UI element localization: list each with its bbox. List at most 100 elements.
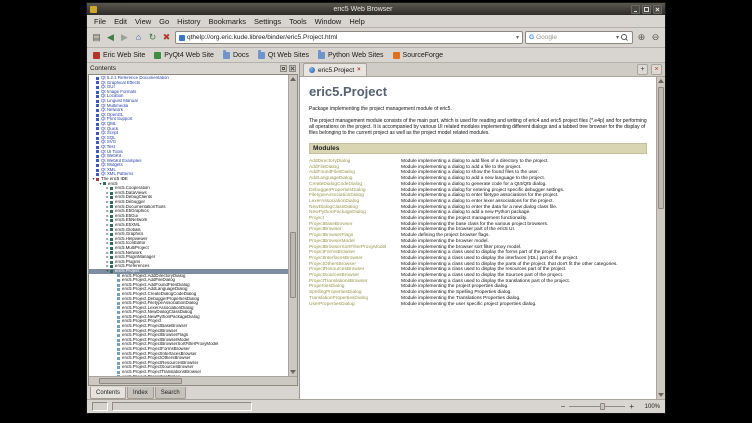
bookmark-python-web-sites[interactable]: Python Web Sites [318, 52, 384, 59]
zoom-in-button[interactable]: + [629, 402, 634, 411]
tree-item-icon [117, 362, 120, 365]
bookmark-label: Python Web Sites [328, 52, 384, 59]
zoom-out-button[interactable]: − [561, 402, 566, 411]
forward-icon[interactable]: ▶ [118, 31, 131, 44]
module-link[interactable]: ProjectResourcesBrowser [309, 267, 364, 272]
tree-item-icon [117, 343, 120, 346]
window-title: eric5 Web Browser [97, 6, 629, 13]
zoom-out-icon[interactable]: ⊖ [649, 31, 662, 44]
zoom-slider[interactable] [569, 402, 625, 411]
back-icon[interactable]: ◀ [104, 31, 117, 44]
module-link[interactable]: AddLanguageDialog [309, 176, 352, 181]
module-link[interactable]: ProjectFormsBrowser [309, 250, 355, 255]
dock-buttons [280, 65, 296, 72]
tab-close-icon[interactable]: × [357, 67, 361, 73]
dock-float-button[interactable] [280, 65, 287, 72]
bookmark-pyqt4-web-site[interactable]: PyQt4 Web Site [154, 52, 214, 59]
module-link[interactable]: ProjectOthersBrowser [309, 262, 356, 267]
module-link[interactable]: FiletypeAssociationDialog [309, 193, 364, 198]
url-text: qthelp://org.eric.kude.libree/binder/eri… [187, 34, 514, 41]
menu-window[interactable]: Window [311, 17, 346, 26]
content-scrollbar[interactable] [656, 77, 665, 399]
module-link[interactable]: AddDirectoryDialog [309, 159, 350, 164]
sidebar-title: Contents [90, 65, 116, 72]
module-link[interactable]: PropertiesDialog [309, 284, 344, 289]
module-link[interactable]: AddFoundFilesDialog [309, 170, 355, 175]
module-link[interactable]: SpellingPropertiesDialog [309, 290, 362, 295]
stop-icon[interactable]: ✖ [160, 31, 173, 44]
module-link[interactable]: ProjectInterfacesBrowser [309, 256, 363, 261]
module-link[interactable]: CreateDialogCodeDialog [309, 182, 362, 187]
menu-view[interactable]: View [131, 17, 155, 26]
module-link[interactable]: ProjectSourcesBrowser [309, 273, 359, 278]
scroll-down-icon[interactable] [290, 370, 296, 374]
module-link[interactable]: DebuggerPropertiesDialog [309, 188, 366, 193]
search-dropdown-icon[interactable]: ▾ [616, 34, 619, 41]
tree-item-icon [96, 178, 99, 181]
zoom-slider-handle[interactable] [600, 403, 605, 410]
sidebar-tab-index[interactable]: Index [127, 387, 154, 399]
sidebar-tab-search[interactable]: Search [155, 387, 186, 399]
module-link[interactable]: Project [309, 216, 324, 221]
bookmark-qt-web-sites[interactable]: Qt Web Sites [258, 52, 309, 59]
tree-item-icon [96, 137, 99, 140]
search-input[interactable]: G Google ▾ [525, 31, 633, 44]
sidebar-tab-contents[interactable]: Contents [90, 387, 126, 399]
module-link[interactable]: ProjectBrowser [309, 227, 342, 232]
module-link[interactable]: NewDialogClassDialog [309, 205, 358, 210]
menu-file[interactable]: File [90, 17, 110, 26]
tree-item-icon [117, 366, 120, 369]
sidebar-tabs: ContentsIndexSearch [87, 386, 299, 399]
site-icon [393, 52, 400, 59]
module-link[interactable]: NewPythonPackageDialog [309, 210, 366, 215]
bookmark-sourceforge[interactable]: SourceForge [393, 52, 443, 59]
tab-eric5-project[interactable]: eric5.Project × [303, 63, 367, 76]
module-link[interactable]: ProjectBrowserSortFilterProxyModel [309, 245, 386, 250]
module-link-cell: UserPropertiesDialog [309, 302, 401, 308]
sidebar-scrollbar[interactable] [288, 75, 297, 376]
menu-bookmarks[interactable]: Bookmarks [205, 17, 251, 26]
bookmark-docs[interactable]: Docs [223, 52, 249, 59]
module-link[interactable]: LexerAssociationDialog [309, 199, 359, 204]
new-tab-button[interactable]: + [637, 64, 648, 75]
module-link[interactable]: AddFileDialog [309, 165, 339, 170]
maximize-button[interactable] [642, 5, 651, 14]
bookmark-label: Qt Web Sites [268, 52, 309, 59]
close-button[interactable] [653, 5, 662, 14]
scrollbar-thumb[interactable] [658, 87, 664, 209]
new-tab-icon[interactable]: ▤ [90, 31, 103, 44]
tree-item-icon [110, 251, 113, 254]
bookmark-eric-web-site[interactable]: Eric Web Site [93, 52, 145, 59]
tree-item-icon [110, 247, 113, 250]
scrollbar-thumb[interactable] [290, 232, 296, 298]
reload-icon[interactable]: ↻ [146, 31, 159, 44]
module-link[interactable]: ProjectBaseBrowser [309, 222, 352, 227]
hscrollbar-thumb[interactable] [99, 378, 182, 384]
minimize-button[interactable] [631, 5, 640, 14]
module-link[interactable]: UserPropertiesDialog [309, 302, 355, 307]
module-link[interactable]: ProjectBrowserModel [309, 239, 355, 244]
close-page-button[interactable]: × [651, 64, 662, 75]
scroll-up-icon[interactable] [290, 77, 296, 81]
scroll-down-icon[interactable] [658, 393, 664, 397]
title-bar[interactable]: eric5 Web Browser [87, 3, 665, 15]
url-bar[interactable]: qthelp://org.eric.kude.libree/binder/eri… [175, 31, 523, 44]
menu-history[interactable]: History [173, 17, 204, 26]
zoom-in-icon[interactable]: ⊕ [635, 31, 648, 44]
menu-go[interactable]: Go [155, 17, 173, 26]
module-link[interactable]: ProjectBrowserFlags [309, 233, 353, 238]
magnifier-icon[interactable] [621, 34, 629, 42]
dock-close-button[interactable] [289, 65, 296, 72]
content-area: eric5.Project × + × eric5.Project Packag… [300, 63, 665, 399]
contents-tree-frame: Qt 5.2.1 Reference DocumentationQt Graph… [88, 74, 298, 386]
home-icon[interactable]: ⌂ [132, 31, 145, 44]
menu-tools[interactable]: Tools [285, 17, 311, 26]
url-dropdown-icon[interactable]: ▾ [516, 34, 519, 41]
menu-edit[interactable]: Edit [110, 17, 131, 26]
menu-settings[interactable]: Settings [250, 17, 285, 26]
scroll-up-icon[interactable] [658, 79, 664, 83]
menu-help[interactable]: Help [345, 17, 368, 26]
module-link[interactable]: TranslationPropertiesDialog [309, 296, 368, 301]
sidebar-hscrollbar[interactable] [89, 376, 297, 385]
tree-item-icon [110, 196, 113, 199]
